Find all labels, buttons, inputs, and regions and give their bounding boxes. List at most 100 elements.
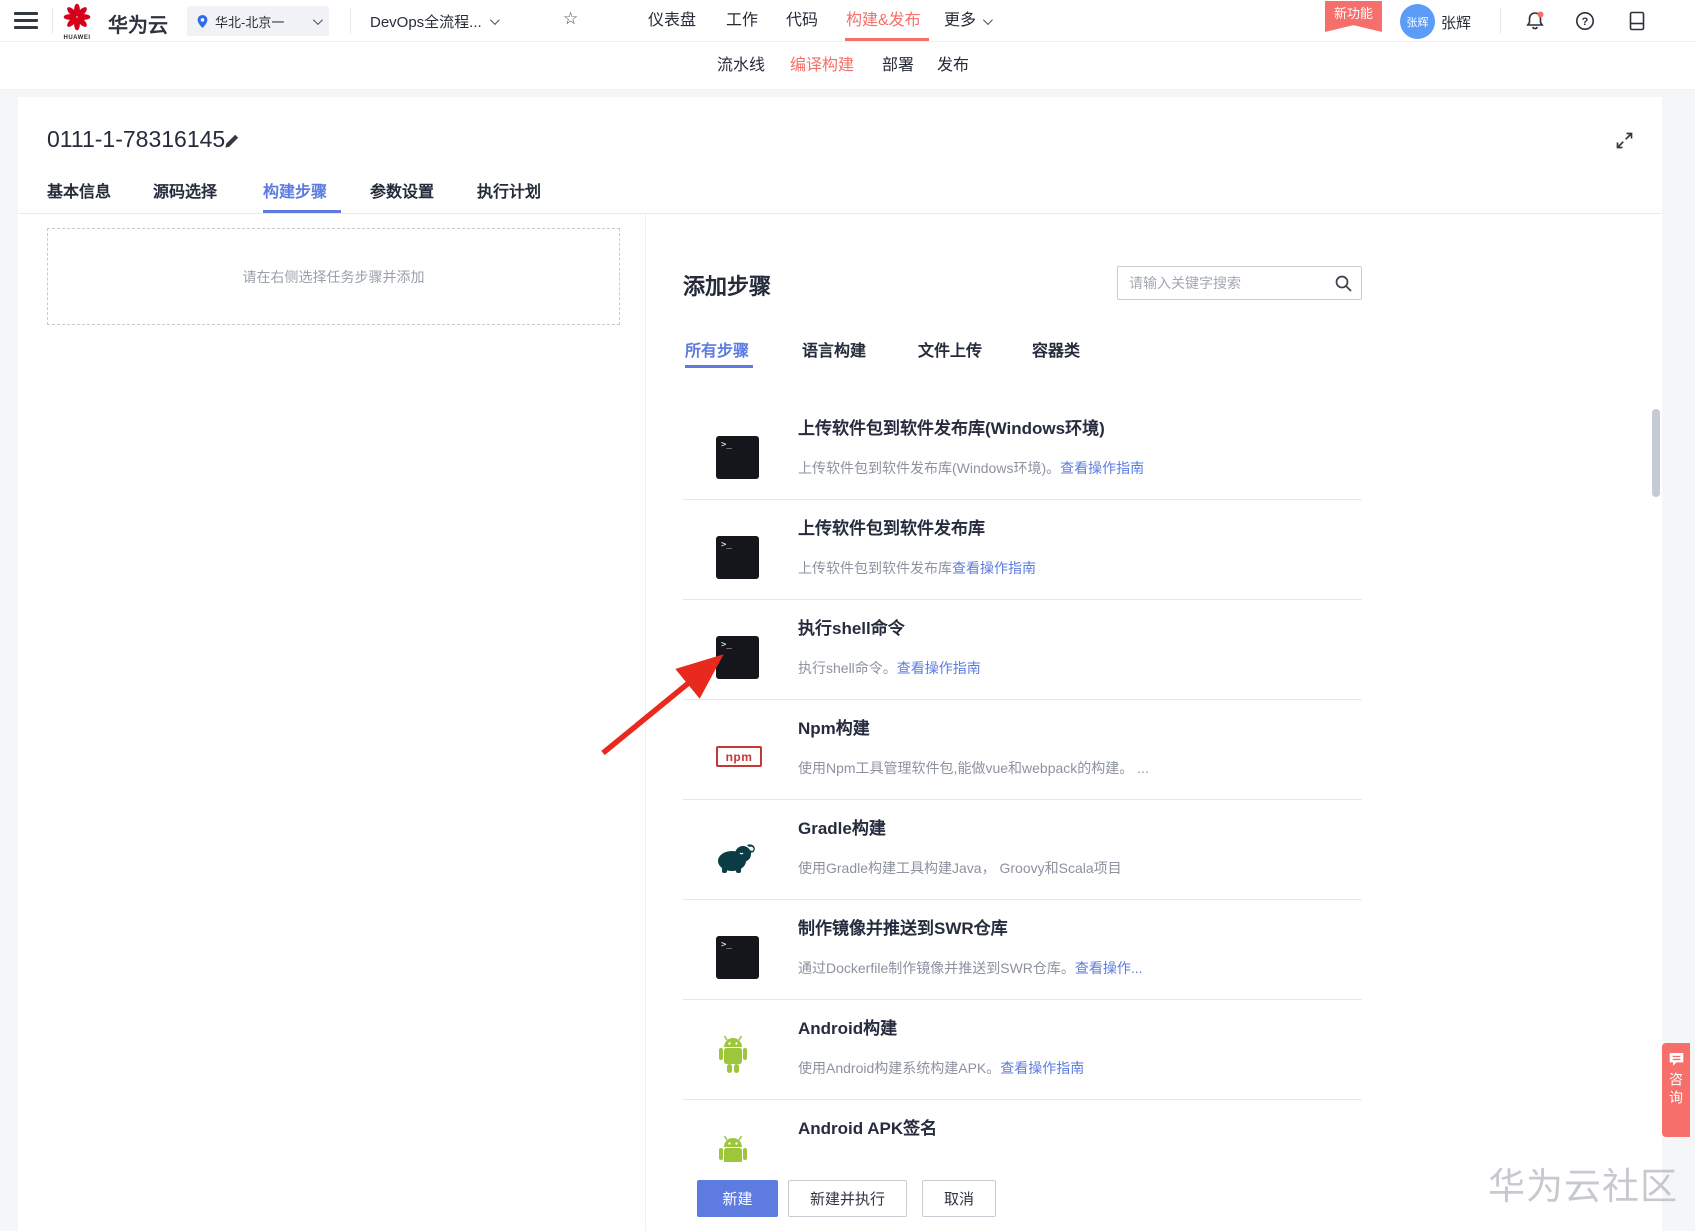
nav-dashboard[interactable]: 仪表盘 [648,0,696,42]
step-title: Android构建 [798,1019,898,1038]
step-item-gradle[interactable]: Gradle构建 使用Gradle构建工具构建Java， Groovy和Scal… [683,800,1362,900]
guide-link[interactable]: 查看操作指南 [1000,1060,1084,1076]
location-pin-icon [197,14,208,28]
cancel-button[interactable]: 取消 [922,1180,996,1217]
step-item-npm[interactable]: npm Npm构建 使用Npm工具管理软件包,能做vue和webpack的构建。… [683,700,1362,800]
step-title: 上传软件包到软件发布库(Windows环境) [798,419,1105,438]
build-task-card: 0111-1-78316145 基本信息 源码选择 构建步骤 参数设置 执行计划… [18,97,1662,1231]
project-selector[interactable]: DevOps全流程... [370,11,500,32]
active-nav-underline [845,38,929,41]
tab-basic-info[interactable]: 基本信息 [47,178,111,208]
subnav-release[interactable]: 发布 [937,42,969,90]
brand-name: 华为云 [108,15,168,37]
steps-list: >_ 上传软件包到软件发布库(Windows环境) 上传软件包到软件发布库(Wi… [683,400,1362,1162]
divider [1500,8,1501,34]
step-dropzone: 请在右侧选择任务步骤并添加 [47,228,620,325]
region-selector[interactable]: 华北-北京一 [187,6,329,36]
step-desc: 上传软件包到软件发布库(Windows环境)。查看操作指南 [798,460,1145,476]
add-step-title: 添加步骤 [683,274,772,299]
avatar[interactable]: 张辉 [1400,4,1435,39]
watermark: 华为云社区 [1488,1166,1678,1207]
username[interactable]: 张辉 [1441,12,1471,33]
dropzone-hint: 请在右侧选择任务步骤并添加 [242,268,425,285]
search-input[interactable] [1118,267,1328,299]
divider [18,213,1662,214]
step-item-android-build[interactable]: Android构建 使用Android构建系统构建APK。查看操作指南 [683,1000,1362,1100]
step-tab-container[interactable]: 容器类 [1032,337,1080,361]
android-robot-icon [711,1032,759,1080]
search-icon[interactable] [1334,274,1353,298]
subnav-pipeline[interactable]: 流水线 [717,42,765,90]
new-feature-badge: 新功能 [1325,1,1382,32]
divider [52,8,53,34]
topbar: HUAWEI 华为云 华北-北京一 DevOps全流程... ☆ 仪表盘 工作 … [0,0,1695,42]
hamburger-menu-icon[interactable] [14,12,38,30]
active-step-tab-underline [685,365,753,368]
tab-source-select[interactable]: 源码选择 [153,178,217,208]
step-title: Android APK签名 [798,1119,938,1138]
guide-link[interactable]: 查看操作指南 [897,660,981,676]
terminal-icon: >_ [716,636,759,679]
step-tab-language[interactable]: 语言构建 [802,337,866,361]
step-desc: 使用Gradle构建工具构建Java， Groovy和Scala项目 [798,860,1122,876]
nav-more-label: 更多 [944,12,977,29]
step-tab-all[interactable]: 所有步骤 [685,337,749,361]
chevron-down-icon [489,15,500,26]
step-title: Gradle构建 [798,819,886,838]
step-search [1117,266,1362,300]
help-icon[interactable]: ? [1574,10,1596,32]
tab-build-steps[interactable]: 构建步骤 [263,178,327,208]
step-desc: 执行shell命令。查看操作指南 [798,660,981,676]
huawei-logo[interactable]: HUAWEI [60,2,94,41]
step-desc: 使用Android构建系统构建APK。查看操作指南 [798,1060,1085,1076]
nav-work[interactable]: 工作 [726,0,758,42]
tab-schedule[interactable]: 执行计划 [477,178,541,208]
chevron-down-icon [312,14,323,25]
consult-label: 咨询 [1668,1072,1684,1108]
nav-build-release[interactable]: 构建&发布 [846,0,921,42]
subnav: 流水线 编译构建 部署 发布 [0,42,1695,90]
create-and-run-button[interactable]: 新建并执行 [788,1180,907,1217]
gradle-elephant-icon [711,832,759,880]
nav-more[interactable]: 更多 [944,0,993,42]
subnav-deploy[interactable]: 部署 [882,42,914,90]
step-desc: 上传软件包到软件发布库查看操作指南 [798,560,1036,576]
guide-link[interactable]: 查看操作指南 [952,560,1036,576]
svg-text:?: ? [1582,16,1589,28]
terminal-icon: >_ [716,936,759,979]
console-device-icon[interactable] [1626,10,1648,32]
subnav-compile-build[interactable]: 编译构建 [790,42,854,90]
step-title: 上传软件包到软件发布库 [798,519,985,538]
step-item-docker-swr[interactable]: >_ 制作镜像并推送到SWR仓库 通过Dockerfile制作镜像并推送到SWR… [683,900,1362,1000]
consult-floating-button[interactable]: 咨询 [1662,1043,1690,1137]
huawei-flower-icon [63,3,91,31]
tab-parameters[interactable]: 参数设置 [370,178,434,208]
step-title: 制作镜像并推送到SWR仓库 [798,919,1008,938]
step-desc: 通过Dockerfile制作镜像并推送到SWR仓库。查看操作... [798,960,1143,976]
chat-bubble-icon [1669,1053,1683,1066]
npm-icon: npm [716,746,762,767]
divider [645,214,646,1231]
terminal-icon: >_ [716,536,759,579]
nav-code[interactable]: 代码 [786,0,818,42]
project-label: DevOps全流程... [370,14,482,31]
create-button[interactable]: 新建 [697,1180,778,1217]
edit-pencil-icon[interactable] [224,133,240,154]
notification-bell-icon[interactable] [1524,10,1546,32]
scrollbar-thumb[interactable] [1652,409,1660,497]
guide-link[interactable]: 查看操作指南 [1060,460,1144,476]
step-item-upload-release[interactable]: >_ 上传软件包到软件发布库 上传软件包到软件发布库查看操作指南 [683,500,1362,600]
step-tab-file-upload[interactable]: 文件上传 [918,337,982,361]
divider [350,8,351,34]
step-item-android-apk-sign[interactable]: Android APK签名 [683,1100,1362,1162]
step-item-upload-windows[interactable]: >_ 上传软件包到软件发布库(Windows环境) 上传软件包到软件发布库(Wi… [683,400,1362,500]
page-title: 0111-1-78316145 [47,126,226,152]
huawei-wordmark: HUAWEI [63,35,91,41]
android-robot-icon [711,1132,759,1162]
favorite-star-icon[interactable]: ☆ [563,9,578,29]
guide-link[interactable]: 查看操作... [1075,960,1143,976]
terminal-icon: >_ [716,436,759,479]
step-item-shell[interactable]: >_ 执行shell命令 执行shell命令。查看操作指南 [683,600,1362,700]
step-title: Npm构建 [798,719,870,738]
fullscreen-expand-icon[interactable] [1615,131,1634,155]
